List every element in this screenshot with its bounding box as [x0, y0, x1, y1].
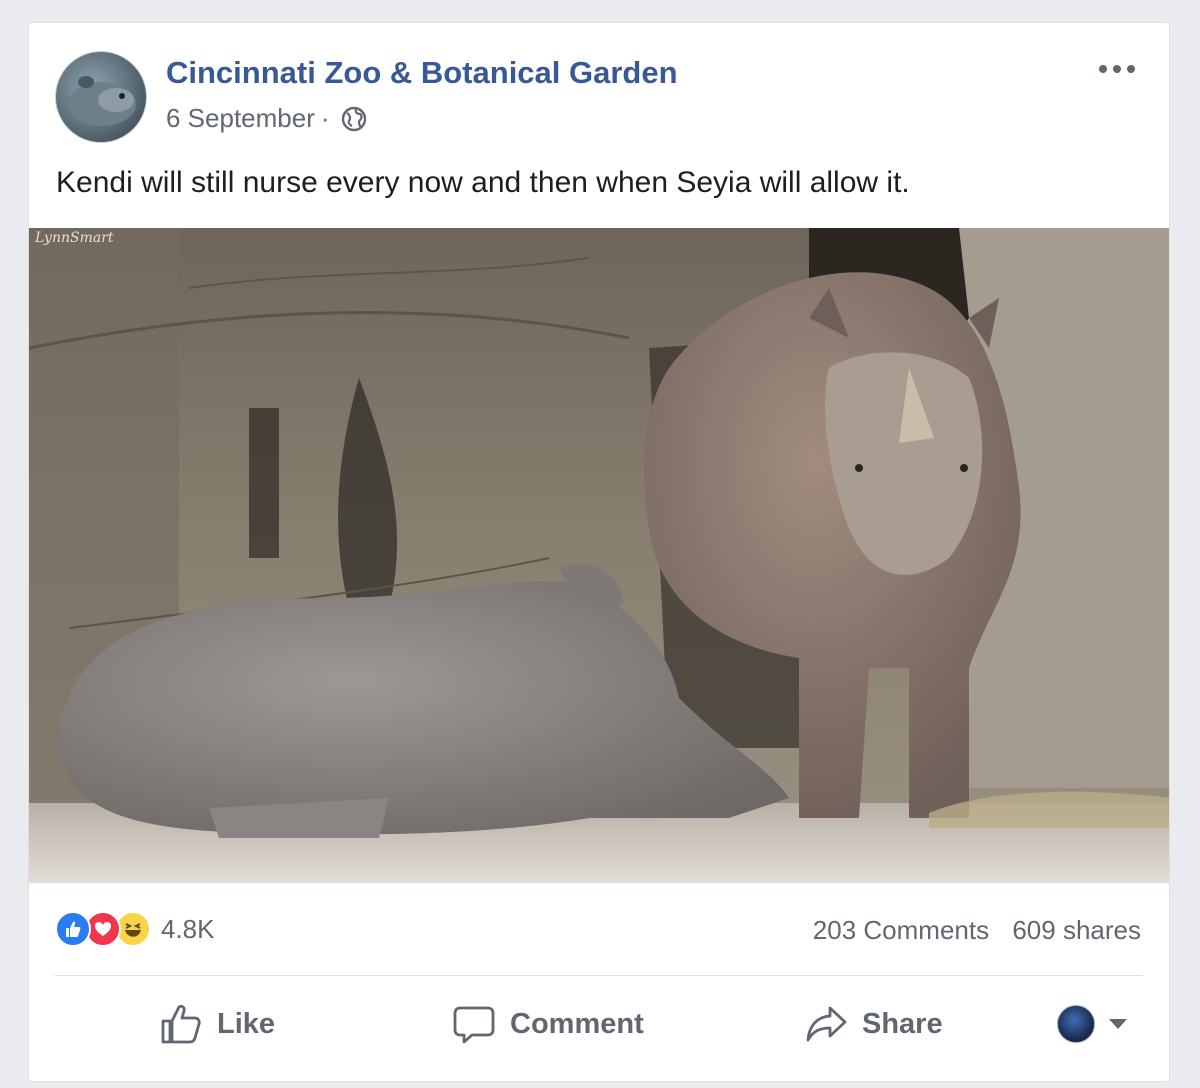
- comment-button[interactable]: Comment: [452, 999, 644, 1049]
- share-arrow-icon: [806, 1006, 847, 1042]
- post-photo[interactable]: LynnSmart: [29, 228, 1169, 883]
- share-label: Share: [862, 1007, 943, 1040]
- reactions-summary[interactable]: 4.8K: [55, 911, 215, 947]
- rhino-photo-image: [29, 228, 1169, 883]
- actions-divider: [55, 975, 1143, 976]
- engagement-counts: 203 Comments 609 shares: [813, 915, 1141, 946]
- more-options-icon[interactable]: [1095, 59, 1139, 79]
- reaction-count[interactable]: 4.8K: [161, 914, 215, 945]
- globe-icon[interactable]: [340, 105, 368, 133]
- like-icon: [55, 911, 91, 947]
- share-button[interactable]: Share: [804, 999, 943, 1049]
- user-avatar: [1057, 1005, 1095, 1043]
- page-name-link[interactable]: Cincinnati Zoo & Botanical Garden: [166, 55, 678, 91]
- post-card: Cincinnati Zoo & Botanical Garden 6 Sept…: [28, 22, 1170, 1082]
- thumbs-up-icon: [161, 1004, 201, 1044]
- comment-label: Comment: [510, 1007, 644, 1040]
- post-date[interactable]: 6 September: [166, 103, 315, 134]
- post-as-selector[interactable]: [1057, 999, 1127, 1049]
- meta-separator: ·: [320, 103, 330, 133]
- post-stats: 4.8K 203 Comments 609 shares: [29, 903, 1169, 953]
- post-meta: 6 September ·: [166, 103, 368, 134]
- comment-bubble-icon: [453, 1006, 495, 1044]
- shares-count[interactable]: 609 shares: [1012, 915, 1141, 945]
- post-header: Cincinnati Zoo & Botanical Garden 6 Sept…: [29, 23, 1169, 153]
- page-avatar[interactable]: [55, 51, 147, 143]
- post-message: Kendi will still nurse every now and the…: [56, 166, 910, 199]
- post-actions: Like Comment Share: [29, 989, 1169, 1069]
- comments-count[interactable]: 203 Comments: [813, 915, 989, 945]
- like-label: Like: [217, 1007, 276, 1040]
- chevron-down-icon: [1109, 1019, 1127, 1029]
- like-button[interactable]: Like: [159, 999, 275, 1049]
- photo-watermark: LynnSmart: [35, 230, 114, 246]
